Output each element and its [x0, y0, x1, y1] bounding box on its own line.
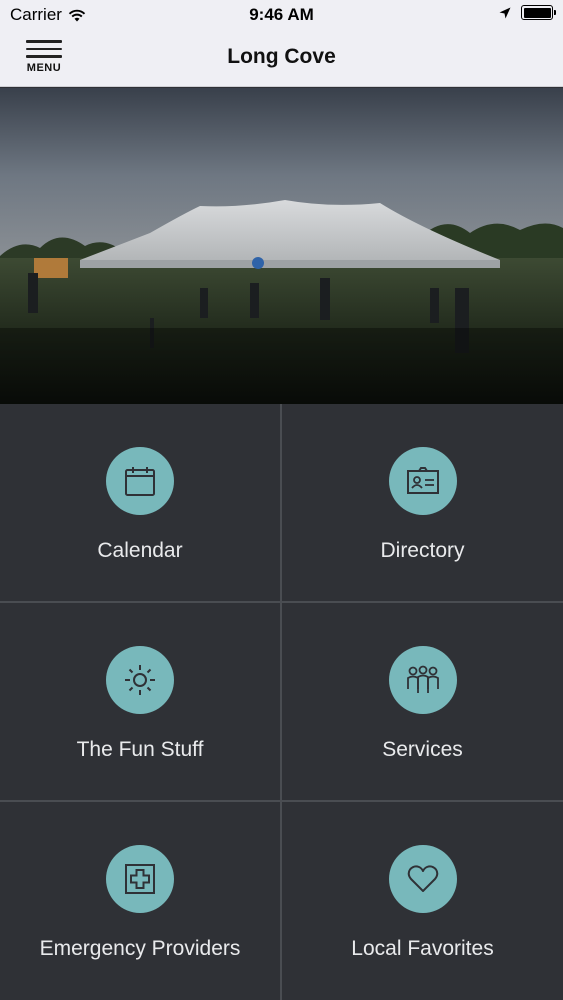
tile-emergency-providers[interactable]: Emergency Providers [0, 802, 280, 1000]
tile-label: Services [382, 738, 463, 761]
calendar-icon [125, 467, 155, 496]
tile-icon-circle [388, 845, 457, 913]
tile-icon-circle [388, 646, 457, 714]
battery-level [523, 7, 551, 18]
tile-label: Directory [380, 539, 465, 562]
page-title: Long Cove [227, 45, 336, 68]
status-right [499, 5, 556, 20]
location-arrow-icon [499, 7, 511, 18]
id-card-icon [406, 467, 439, 494]
tile-directory[interactable]: Directory [282, 404, 563, 601]
heart-icon [407, 865, 438, 892]
tile-local-favorites[interactable]: Local Favorites [282, 802, 563, 1000]
tent-event-photo [0, 88, 563, 404]
tile-label: Emergency Providers [39, 937, 241, 960]
hero-image [0, 88, 563, 404]
tile-calendar[interactable]: Calendar [0, 404, 280, 601]
tile-label: Local Favorites [351, 937, 494, 960]
tile-services[interactable]: Services [282, 603, 563, 800]
sun-icon [125, 665, 155, 695]
nav-bar: MENU Long Cove [0, 30, 563, 87]
people-group-icon [406, 665, 439, 693]
menu-grid: Calendar Directory The Fun Stuff Service… [0, 404, 563, 1000]
tile-icon-circle [388, 447, 457, 515]
status-time: 9:46 AM [249, 5, 314, 24]
status-bar: Carrier 9:46 AM [0, 0, 563, 30]
tile-label: The Fun Stuff [76, 738, 204, 761]
medical-cross-icon [125, 864, 155, 894]
tile-icon-circle [106, 845, 174, 913]
battery-icon [521, 5, 556, 20]
tile-fun-stuff[interactable]: The Fun Stuff [0, 603, 280, 800]
tile-icon-circle [106, 646, 174, 714]
tile-icon-circle [106, 447, 174, 515]
tile-label: Calendar [97, 539, 183, 562]
